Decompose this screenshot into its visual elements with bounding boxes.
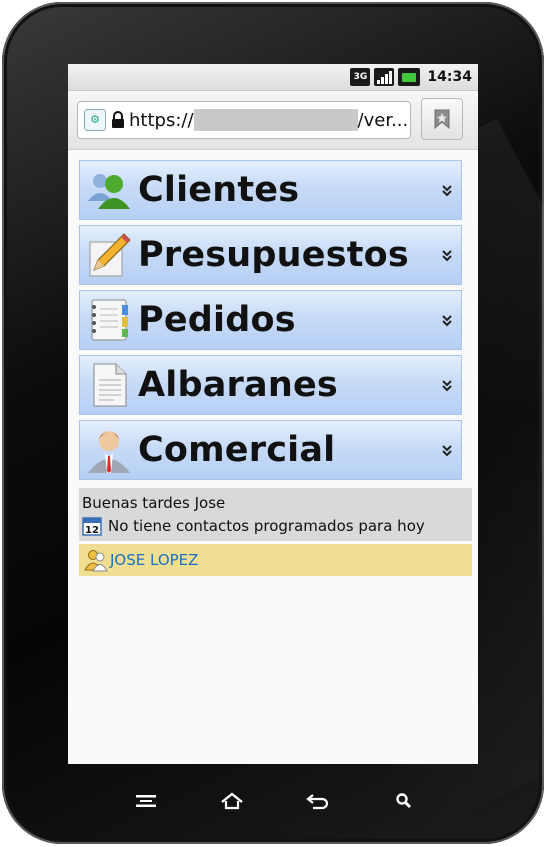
user-name-link[interactable]: JOSE LOPEZ: [110, 551, 198, 569]
salesman-icon: [88, 431, 130, 473]
menu-item-pedidos[interactable]: Pedidos: [79, 290, 462, 350]
bookmark-icon: [434, 109, 450, 129]
home-button[interactable]: [216, 788, 248, 814]
search-button[interactable]: [388, 788, 420, 814]
greeting-panel: Buenas tardes Jose 12 No tiene contactos…: [79, 488, 472, 541]
status-clock: 14:34: [427, 69, 472, 85]
menu-label: Clientes: [138, 170, 300, 210]
url-prefix: https://: [129, 109, 194, 131]
notebook-icon: [91, 299, 128, 341]
user-bar: JOSE LOPEZ: [79, 544, 472, 576]
main-menu: Clientes Presupuestos Pedidos Albaranes …: [68, 150, 478, 480]
back-arrow-icon: [306, 794, 329, 810]
menu-icon: [136, 795, 156, 807]
user-group-icon: [84, 550, 108, 572]
android-navigation-bar: [130, 788, 420, 814]
chevron-down-icon: [442, 315, 452, 327]
network-3g-icon: 3G: [350, 68, 371, 86]
url-suffix: /ver...: [357, 109, 409, 131]
menu-item-albaranes[interactable]: Albaranes: [79, 355, 462, 415]
home-icon: [221, 792, 243, 810]
url-redacted: [193, 109, 358, 131]
bookmark-button[interactable]: [421, 98, 463, 140]
menu-item-presupuestos[interactable]: Presupuestos: [79, 225, 462, 285]
chevron-down-icon: [442, 250, 452, 262]
agenda-message-row: 12 No tiene contactos programados para h…: [82, 516, 468, 536]
screen: 3G 14:34 ⚙ https:// /ver... Clientes Pre…: [68, 64, 478, 764]
signal-icon: [374, 68, 395, 86]
calendar-day: 12: [85, 525, 99, 536]
url-bar[interactable]: ⚙ https:// /ver...: [77, 101, 411, 139]
lock-icon: [112, 111, 124, 128]
chevron-down-icon: [442, 445, 452, 457]
menu-label: Presupuestos: [138, 235, 409, 275]
chevron-down-icon: [442, 185, 452, 197]
menu-label: Comercial: [138, 430, 336, 470]
agenda-message: No tiene contactos programados para hoy: [108, 517, 425, 535]
greeting-text: Buenas tardes Jose: [82, 494, 226, 512]
status-bar: 3G 14:34: [68, 64, 478, 91]
battery-icon: [398, 68, 421, 86]
menu-item-comercial[interactable]: Comercial: [79, 420, 462, 480]
document-icon: [93, 363, 127, 407]
back-button[interactable]: [302, 788, 334, 814]
chevron-down-icon: [442, 380, 452, 392]
menu-button[interactable]: [130, 788, 162, 814]
menu-item-clientes[interactable]: Clientes: [79, 160, 462, 220]
users-icon: [88, 174, 130, 209]
browser-toolbar: ⚙ https:// /ver...: [68, 91, 478, 150]
pencil-paper-icon: [89, 233, 131, 277]
search-icon: [396, 793, 412, 809]
calendar-icon: 12: [82, 517, 102, 536]
site-favicon-icon: ⚙: [84, 109, 106, 131]
menu-label: Pedidos: [138, 300, 296, 340]
menu-label: Albaranes: [138, 365, 338, 405]
